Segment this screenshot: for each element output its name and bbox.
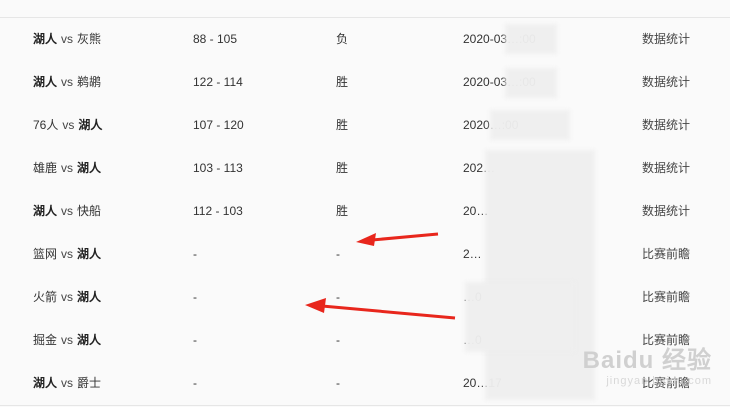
red-arrowhead-icon	[305, 298, 326, 313]
watermark-url: jingyan.baidu.com	[606, 375, 712, 387]
baidu-watermark: Baidu 经验 jingyan.baidu.com	[583, 340, 712, 387]
red-arrow-icon	[321, 304, 456, 320]
red-arrow-icon	[371, 232, 439, 242]
red-arrowhead-icon	[356, 233, 376, 246]
watermark-logo: Baidu 经验	[582, 347, 712, 374]
